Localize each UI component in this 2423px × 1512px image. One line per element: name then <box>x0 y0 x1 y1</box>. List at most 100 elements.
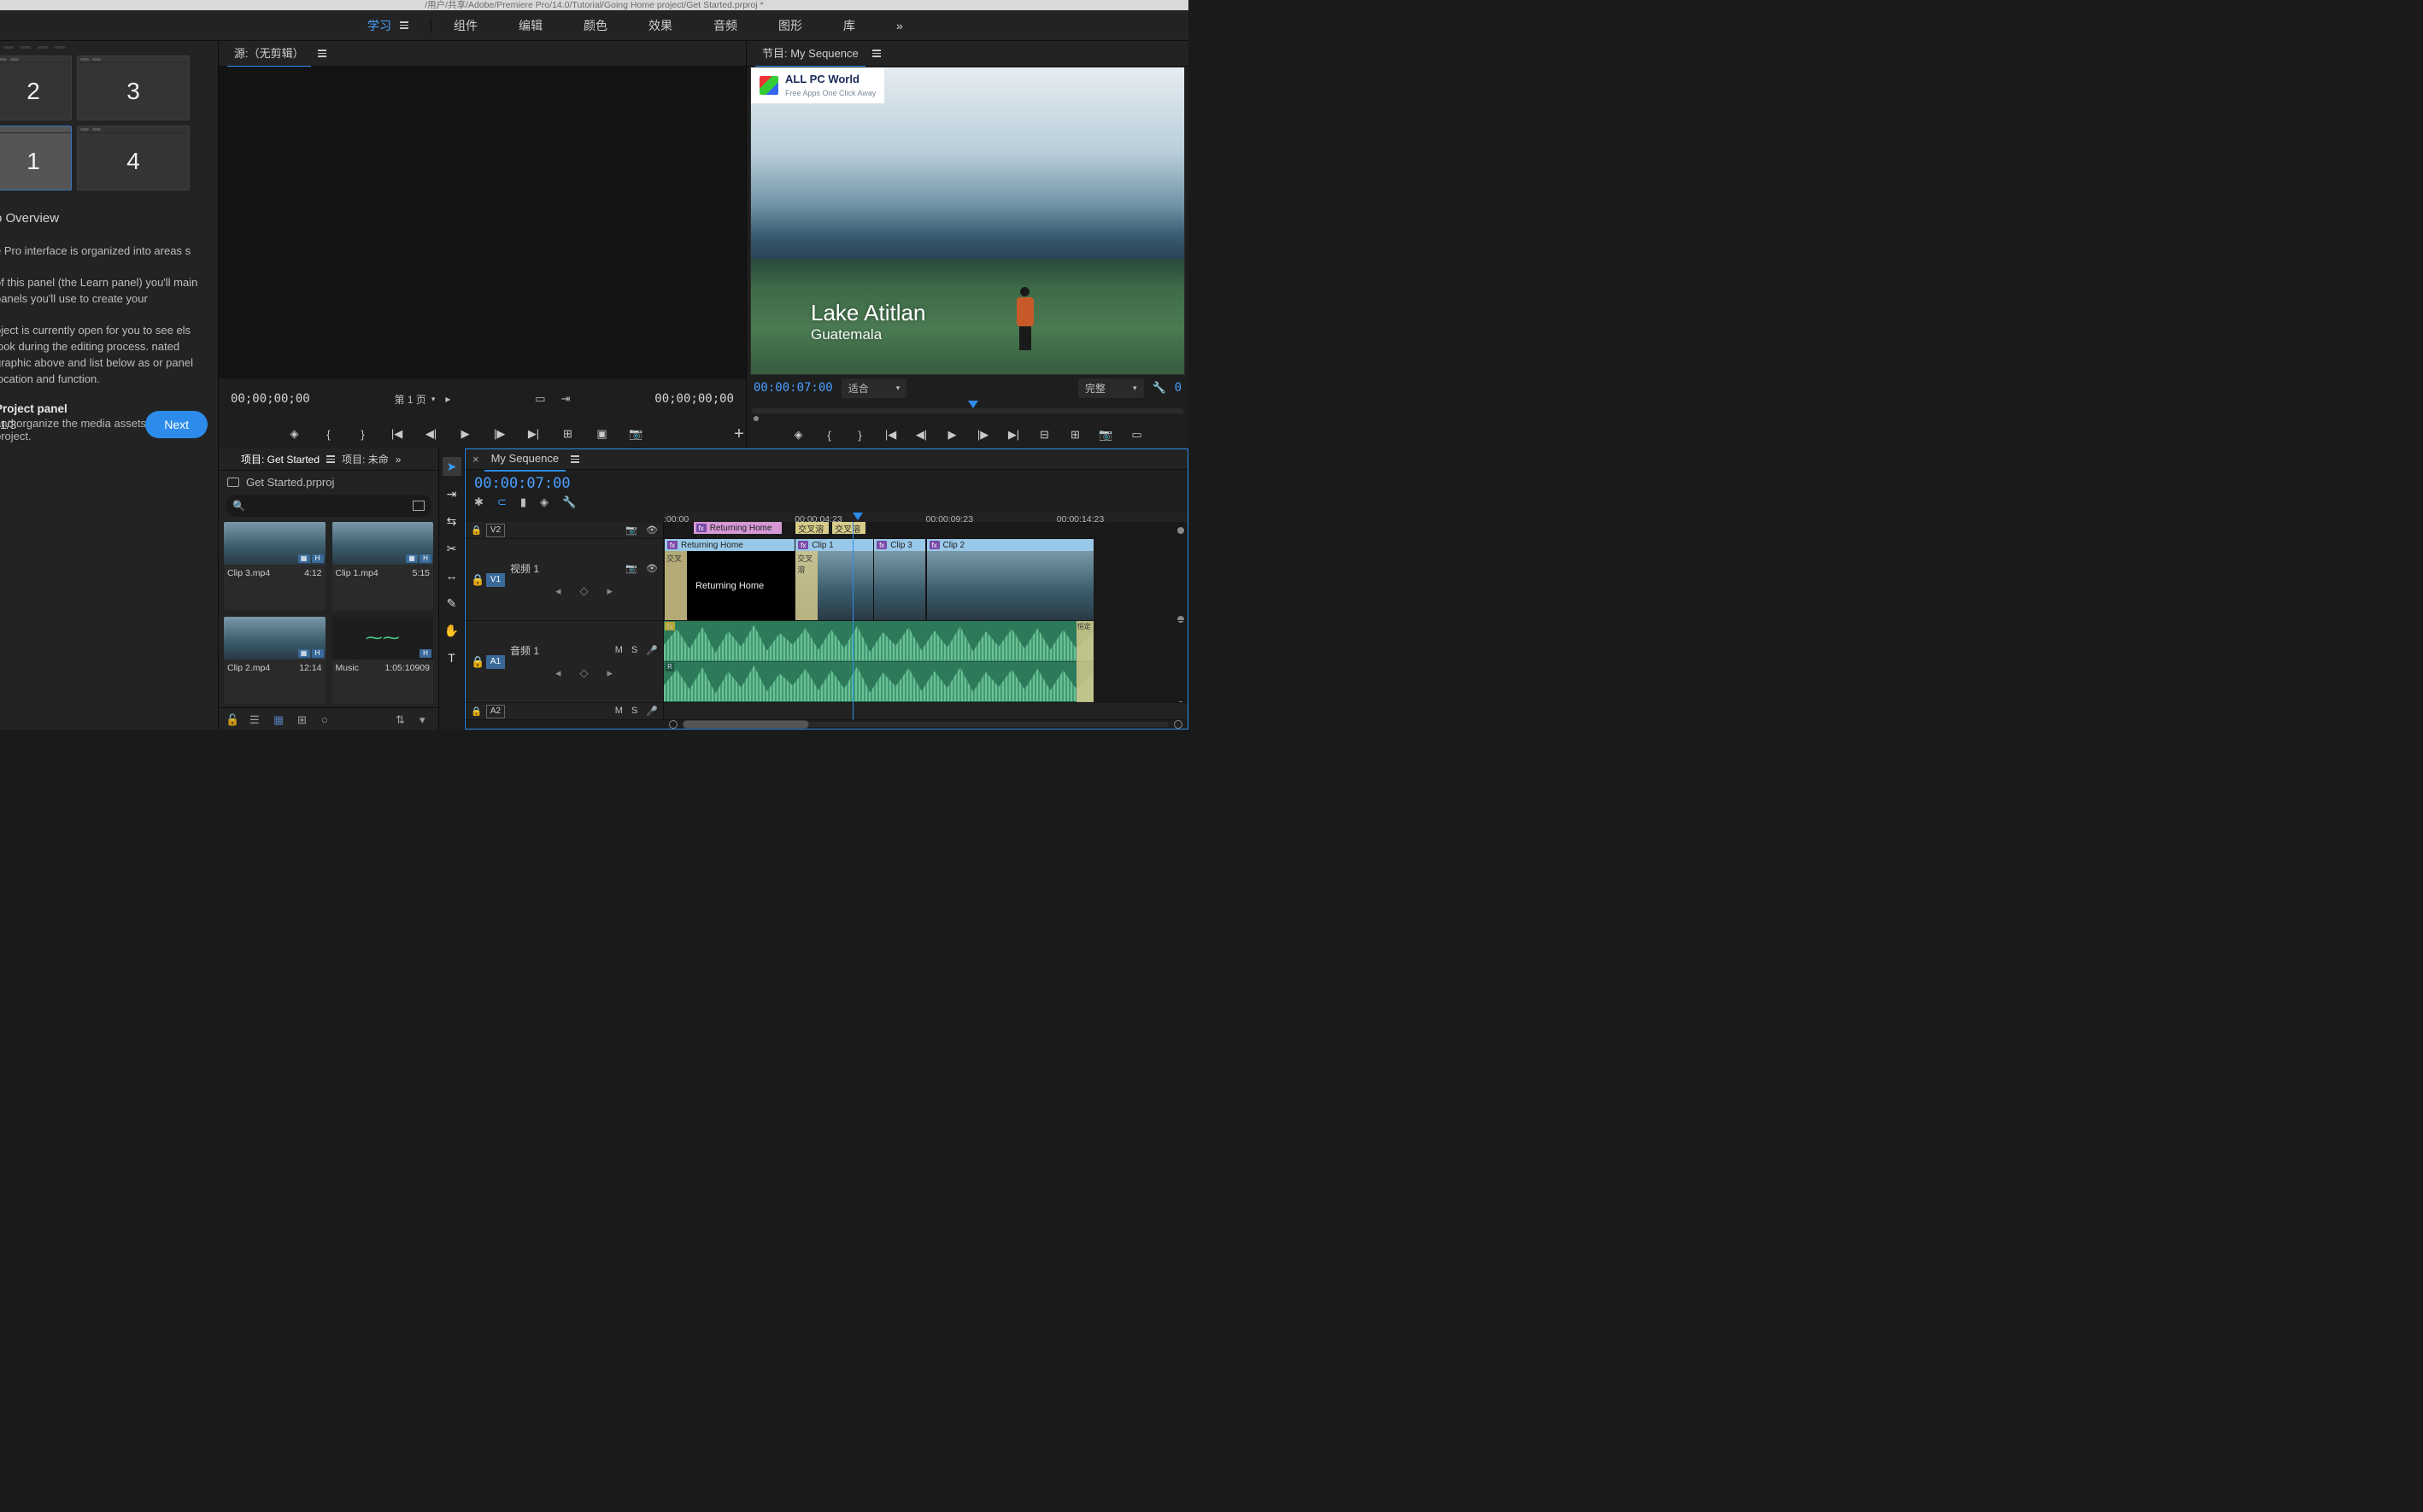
solo-toggle[interactable]: S <box>631 706 637 717</box>
list-view-icon[interactable]: ☰ <box>249 713 261 725</box>
in-bracket-icon[interactable]: { <box>823 428 836 442</box>
lock-icon[interactable]: 🔒 <box>471 655 481 669</box>
pen-tool-icon[interactable]: ✎ <box>443 594 461 612</box>
fit-icon[interactable]: ▭ <box>535 392 545 406</box>
extract-icon[interactable]: ⊞ <box>1069 428 1082 442</box>
audio-track-a1[interactable]: fx L R 恒定 <box>664 621 1188 703</box>
track-header-a2[interactable]: 🔒 A2 MS 🎤 <box>466 703 663 720</box>
out-bracket-icon[interactable]: } <box>854 428 867 442</box>
zoom-grip-left[interactable] <box>669 720 678 729</box>
timeline-timecode[interactable]: 00:00:07:00 <box>474 475 664 492</box>
linked-selection-icon[interactable]: ⊂ <box>497 495 507 509</box>
learn-thumb[interactable]: 4 <box>77 126 190 190</box>
program-scrubber[interactable] <box>752 401 1183 421</box>
workspace-tab[interactable]: 颜色 <box>584 17 607 34</box>
transition-clip[interactable]: 交叉溶 <box>795 522 829 538</box>
voiceover-icon[interactable]: 🎤 <box>646 645 658 656</box>
program-tab[interactable]: 节目: My Sequence <box>755 39 865 67</box>
track-tag[interactable]: V2 <box>486 524 505 537</box>
freeform-view-icon[interactable]: ⊞ <box>297 713 309 725</box>
project-overflow[interactable]: » <box>396 454 402 466</box>
track-area[interactable]: fxReturning Home 交叉溶 交叉溶 fxReturning Hom… <box>664 522 1188 720</box>
overwrite-icon[interactable]: ▣ <box>595 427 609 441</box>
clip[interactable]: fxClip 2 <box>926 539 1094 620</box>
workspace-tab[interactable]: 音频 <box>713 17 737 34</box>
audio-track-a2[interactable] <box>664 703 1188 720</box>
learn-thumb[interactable]: 1 <box>0 126 72 190</box>
play-icon[interactable]: ▶ <box>459 427 472 441</box>
project-item[interactable]: ⁓⁓H Music1:05:10909 <box>332 617 434 705</box>
clip[interactable]: fxReturning Home <box>693 522 782 538</box>
lock-icon[interactable]: 🔓 <box>226 713 238 725</box>
mute-icon[interactable]: 📷 <box>625 563 637 574</box>
workspace-tab[interactable]: 图形 <box>778 17 802 34</box>
project-item[interactable]: ▦H Clip 3.mp44:12 <box>224 522 326 610</box>
audio-clip[interactable]: fx L R 恒定 <box>664 621 1094 702</box>
learn-thumb[interactable]: 2 <box>0 56 72 120</box>
voiceover-icon[interactable]: 🎤 <box>646 706 658 717</box>
mark-out-bracket-icon[interactable]: } <box>356 427 370 441</box>
step-fwd-icon[interactable]: |▶ <box>493 427 507 441</box>
mute-icon[interactable]: 📷 <box>625 525 637 536</box>
add-button-icon[interactable]: + <box>732 427 746 441</box>
chevron-down-icon[interactable]: ▾ <box>419 713 431 725</box>
project-tab[interactable]: 项目: 未命 <box>342 452 389 466</box>
lock-icon[interactable]: 🔒 <box>471 573 481 587</box>
track-header-v2[interactable]: 🔒 V2 📷👁 <box>466 522 663 539</box>
track-header-v1[interactable]: 🔒 V1 视频 1 📷👁 ◂◇▸ <box>466 539 663 621</box>
mark-in-icon[interactable]: ◈ <box>288 427 302 441</box>
goto-in-icon[interactable]: |◀ <box>884 428 898 442</box>
slip-tool-icon[interactable]: ↔ <box>443 566 461 585</box>
add-kf-icon[interactable]: ◇ <box>580 584 589 598</box>
project-search[interactable]: 🔍 <box>226 495 431 517</box>
video-track-v1[interactable]: fxReturning Home Returning Home交叉 fxClip… <box>664 539 1188 621</box>
workspace-tab[interactable]: 编辑 <box>519 17 543 34</box>
marker-icon[interactable]: ◈ <box>792 428 806 442</box>
panel-menu-icon[interactable] <box>326 455 335 463</box>
lock-icon[interactable]: 🔒 <box>471 706 481 717</box>
clip[interactable]: fxClip 1 交叉溶 <box>795 539 873 620</box>
project-item[interactable]: ▦H Clip 1.mp45:15 <box>332 522 434 610</box>
insert-icon[interactable]: ⊞ <box>561 427 575 441</box>
step-back-icon[interactable]: ◀| <box>425 427 438 441</box>
goto-out-icon[interactable]: ▶| <box>527 427 541 441</box>
page-dropdown[interactable]: 第 1 页▾▸ <box>395 392 451 407</box>
razor-tool-icon[interactable]: ✂ <box>443 539 461 558</box>
track-tag[interactable]: V1 <box>486 573 505 587</box>
export-frame-icon[interactable]: 📷 <box>630 427 643 441</box>
project-item[interactable]: ▦H Clip 2.mp412:14 <box>224 617 326 705</box>
hamburger-icon[interactable] <box>400 21 408 29</box>
play-icon[interactable]: ▶ <box>946 428 959 442</box>
zoom-dropdown[interactable]: 适合▾ <box>842 378 907 398</box>
mute-toggle[interactable]: M <box>615 706 623 717</box>
sort-icon[interactable]: ⇅ <box>396 713 408 725</box>
snap-icon[interactable]: ✱ <box>474 495 484 509</box>
mark-in-bracket-icon[interactable]: { <box>322 427 336 441</box>
icon-view-icon[interactable]: ▦ <box>273 713 285 725</box>
project-tab[interactable]: 项目: Get Started <box>241 452 320 466</box>
prev-kf-icon[interactable]: ◂ <box>555 584 561 598</box>
program-viewport[interactable]: ALL PC WorldFree Apps One Click Away Lak… <box>750 67 1185 375</box>
clip[interactable]: fxReturning Home Returning Home交叉 <box>664 539 795 620</box>
track-tag[interactable]: A2 <box>486 705 505 718</box>
hand-tool-icon[interactable]: ✋ <box>443 621 461 640</box>
transition[interactable]: 交叉溶 <box>795 551 818 620</box>
transition[interactable]: 交叉 <box>665 551 687 620</box>
track-select-tool-icon[interactable]: ⇥ <box>443 484 461 503</box>
lift-icon[interactable]: ⊟ <box>1038 428 1052 442</box>
source-timecode-left[interactable]: 00;00;00;00 <box>231 392 310 406</box>
time-ruler[interactable]: :00:00 00:00:04:23 00:00:09:23 00:00:14:… <box>664 513 1188 522</box>
settings-icon[interactable]: 🔧 <box>562 495 576 509</box>
learn-thumb[interactable]: 3 <box>77 56 190 120</box>
playhead-line[interactable] <box>853 522 854 720</box>
panel-menu-icon[interactable] <box>318 50 326 57</box>
mute-toggle[interactable]: M <box>615 645 623 656</box>
goto-out-icon[interactable]: ▶| <box>1007 428 1021 442</box>
compare-icon[interactable]: ▭ <box>1130 428 1144 442</box>
scroll-thumb[interactable] <box>683 720 809 729</box>
step-icon[interactable]: ⇥ <box>561 392 571 406</box>
export-frame-icon[interactable]: 📷 <box>1100 428 1113 442</box>
source-viewport[interactable] <box>219 67 746 378</box>
step-back-icon[interactable]: ◀| <box>915 428 929 442</box>
clip[interactable]: fxClip 3 <box>873 539 925 620</box>
